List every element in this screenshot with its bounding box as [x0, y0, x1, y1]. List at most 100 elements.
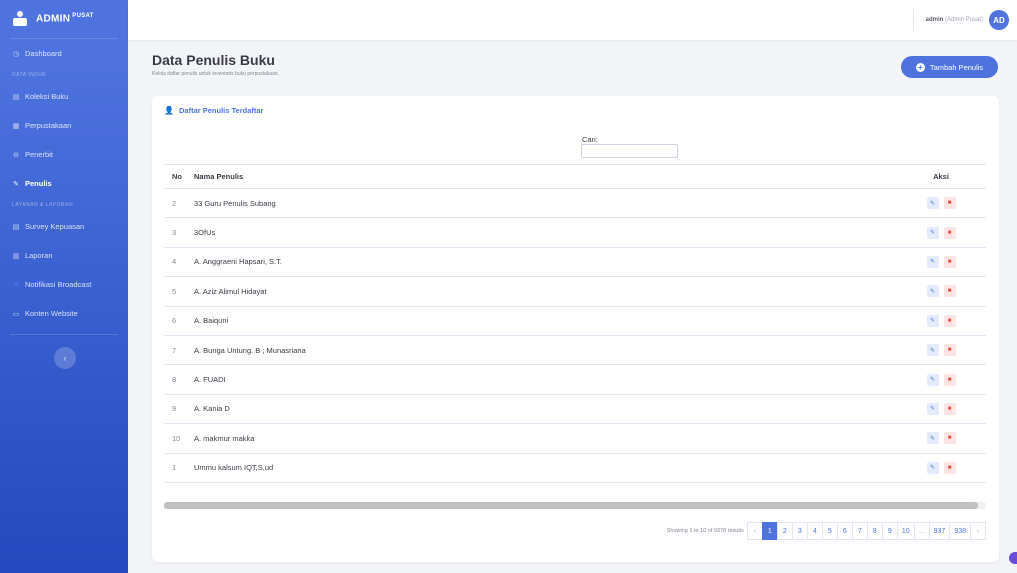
- pen-icon: ✎: [13, 180, 19, 188]
- sidebar-item-laporan[interactable]: ▥ Laporan: [0, 241, 128, 270]
- pagination-page-938[interactable]: 938: [949, 522, 971, 540]
- sidebar-item-survey-kepuasan[interactable]: ▤ Survey Kepuasan: [0, 212, 128, 241]
- column-header-aksi: Aksi: [896, 164, 986, 189]
- edit-icon: ✎: [929, 406, 936, 413]
- sidebar-item-konten-website[interactable]: ▭ Konten Website: [0, 299, 128, 328]
- trash-icon: ■: [947, 258, 952, 265]
- scrollbar-thumb[interactable]: [164, 502, 978, 509]
- search-input[interactable]: [581, 144, 678, 158]
- page-subtitle: Kelola daftar penulis untuk inventaris b…: [152, 71, 280, 77]
- pagination-page-7[interactable]: 7: [851, 522, 868, 540]
- delete-button[interactable]: ■: [943, 402, 956, 415]
- sidebar-divider: [10, 334, 118, 335]
- pagination-page-6[interactable]: 6: [836, 522, 853, 540]
- publisher-icon: ⊖: [13, 151, 19, 159]
- pagination-page-3[interactable]: 3: [791, 522, 808, 540]
- row-actions: ✎ ■: [896, 423, 986, 454]
- delete-button[interactable]: ■: [943, 197, 956, 210]
- table-row: 8 A. FUADI ✎ ■: [164, 364, 986, 395]
- avatar[interactable]: AD: [989, 10, 1009, 30]
- sidebar-collapse-button[interactable]: ‹: [54, 347, 76, 369]
- delete-button[interactable]: ■: [943, 314, 956, 327]
- pagination-page-9[interactable]: 9: [881, 522, 898, 540]
- pagination-ellipsis[interactable]: ...: [913, 522, 930, 540]
- row-number: 6: [164, 306, 194, 336]
- pagination-page-2[interactable]: 2: [776, 522, 793, 540]
- author-name: A. Aziz Alimul Hidayat: [194, 276, 896, 307]
- row-number: 8: [164, 364, 194, 395]
- report-icon: ▥: [12, 252, 20, 260]
- edit-button[interactable]: ✎: [926, 432, 939, 445]
- sidebar-item-penerbit[interactable]: ⊖ Penerbit: [0, 140, 128, 169]
- row-number: 7: [164, 335, 194, 366]
- sidebar-item-label: Survey Kepuasan: [25, 222, 85, 231]
- add-author-label: Tambah Penulis: [929, 62, 984, 72]
- delete-button[interactable]: ■: [943, 344, 956, 357]
- sidebar-item-dashboard[interactable]: ◷ Dashboard: [0, 39, 128, 68]
- edit-icon: ✎: [929, 200, 936, 207]
- trash-icon: ■: [947, 317, 952, 324]
- edit-button[interactable]: ✎: [926, 344, 939, 357]
- trash-icon: ■: [947, 288, 952, 295]
- table-row: 4 A. Anggraeni Hapsari, S.T. ✎ ■: [164, 247, 986, 278]
- row-number: 9: [164, 394, 194, 425]
- dashboard-icon: ◷: [12, 50, 20, 58]
- edit-button[interactable]: ✎: [926, 197, 939, 210]
- floating-widget[interactable]: [1009, 552, 1017, 564]
- sidebar-heading: LAYANAN & LAPORAN: [12, 202, 74, 208]
- pagination-page-937[interactable]: 937: [928, 522, 951, 540]
- brand[interactable]: ADMIN PUSAT: [0, 0, 128, 38]
- sidebar-item-perpustakaan[interactable]: ▦ Perpustakaan: [0, 111, 128, 140]
- edit-icon: ✎: [929, 230, 936, 237]
- author-name: A. FUADI: [194, 364, 896, 395]
- edit-button[interactable]: ✎: [926, 461, 939, 474]
- table-header-row: No Nama Penulis Aksi: [164, 164, 986, 189]
- column-header-name[interactable]: Nama Penulis: [194, 164, 896, 189]
- sidebar-item-label: Perpustakaan: [25, 121, 72, 130]
- sidebar-heading: DATA INDUK: [12, 72, 47, 78]
- edit-icon: ✎: [929, 288, 936, 295]
- sidebar-item-label: Notifikasi Broadcast: [25, 280, 92, 289]
- pagination-page-1[interactable]: 1: [761, 522, 778, 540]
- user-menu[interactable]: admin (Admin Pusat) AD: [912, 9, 1009, 31]
- row-actions: ✎ ■: [896, 247, 986, 278]
- row-number: 5: [164, 276, 194, 307]
- edit-button[interactable]: ✎: [926, 285, 939, 298]
- table-row: 10 A. makmur makka ✎ ■: [164, 423, 986, 454]
- column-header-no[interactable]: No: [164, 164, 194, 189]
- row-actions: ✎ ■: [896, 453, 986, 483]
- add-author-button[interactable]: + Tambah Penulis: [901, 56, 998, 78]
- delete-button[interactable]: ■: [943, 461, 956, 474]
- delete-button[interactable]: ■: [943, 255, 956, 268]
- pagination-page-8[interactable]: 8: [866, 522, 883, 540]
- trash-icon: ■: [947, 347, 952, 354]
- edit-button[interactable]: ✎: [926, 314, 939, 327]
- bell-icon: ◌: [13, 281, 19, 288]
- delete-button[interactable]: ■: [943, 285, 956, 298]
- author-name: A. Baiquni: [194, 306, 896, 336]
- horizontal-scrollbar[interactable]: [164, 502, 986, 509]
- sidebar-item-koleksi-buku[interactable]: ▤ Koleksi Buku: [0, 82, 128, 111]
- pagination-page-4[interactable]: 4: [806, 522, 823, 540]
- edit-button[interactable]: ✎: [926, 226, 939, 239]
- admin-logo-icon: [12, 11, 28, 27]
- delete-button[interactable]: ■: [943, 432, 956, 445]
- row-actions: ✎ ■: [896, 276, 986, 307]
- sidebar-item-label: Penerbit: [25, 150, 53, 159]
- row-number: 10: [164, 423, 194, 454]
- sidebar-item-label: Penulis: [25, 179, 52, 188]
- sidebar-item-notifikasi-broadcast[interactable]: ◌ Notifikasi Broadcast: [0, 270, 128, 299]
- delete-button[interactable]: ■: [943, 373, 956, 386]
- authors-card: 👤 Daftar Penulis Terdaftar Cari: No Nama…: [152, 96, 999, 562]
- pagination-prev-button[interactable]: ‹: [746, 522, 763, 540]
- library-icon: ▦: [12, 122, 20, 130]
- edit-button[interactable]: ✎: [926, 402, 939, 415]
- sidebar-item-penulis[interactable]: ✎ Penulis: [0, 169, 128, 198]
- delete-button[interactable]: ■: [943, 226, 956, 239]
- edit-button[interactable]: ✎: [926, 255, 939, 268]
- pagination-next-button[interactable]: ›: [970, 522, 986, 540]
- pagination-page-10[interactable]: 10: [896, 522, 915, 540]
- edit-button[interactable]: ✎: [926, 373, 939, 386]
- pagination-page-5[interactable]: 5: [821, 522, 838, 540]
- row-actions: ✎ ■: [896, 335, 986, 366]
